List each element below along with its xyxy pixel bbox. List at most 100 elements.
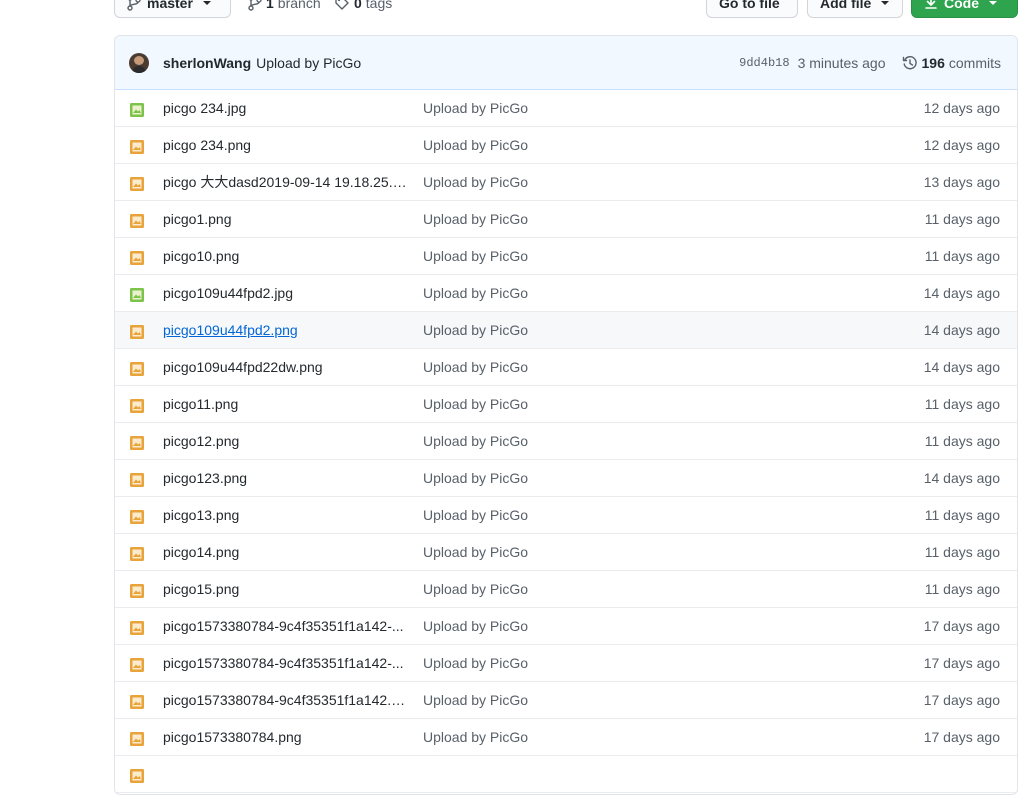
tags-text: tags (365, 0, 393, 11)
png-file-icon (130, 621, 144, 635)
file-name-link[interactable]: picgo1573380784.png (163, 729, 409, 745)
file-age: 14 days ago (923, 359, 1000, 375)
file-row[interactable]: picgo12.png Upload by PicGo 11 days ago (115, 423, 1017, 460)
file-name-link[interactable]: picgo15.png (163, 581, 409, 597)
chevron-down-icon (881, 1, 890, 5)
png-file-icon (130, 362, 144, 376)
file-commit-link[interactable]: Upload by PicGo (423, 211, 528, 227)
add-file-button[interactable]: Add file (807, 0, 903, 18)
png-file-icon (130, 547, 144, 561)
code-button[interactable]: Code (911, 0, 1018, 18)
png-file-icon (130, 695, 144, 709)
file-name-link[interactable]: picgo1573380784-9c4f35351f1a142-... (163, 655, 409, 671)
file-name-link[interactable]: picgo12.png (163, 433, 409, 449)
file-name-link[interactable]: picgo109u44fpd2.jpg (163, 285, 409, 301)
file-row[interactable]: picgo1573380784-9c4f35351f1a142.p... Uplo… (115, 682, 1017, 719)
png-file-icon (130, 214, 144, 228)
file-row[interactable]: picgo1.png Upload by PicGo 11 days ago (115, 201, 1017, 238)
png-file-icon (130, 658, 144, 672)
file-row[interactable]: picgo1573380784.png Upload by PicGo 17 day… (115, 719, 1017, 756)
png-file-icon (130, 399, 144, 413)
file-name-link[interactable]: picgo 234.jpg (163, 100, 409, 116)
file-age: 17 days ago (923, 692, 1000, 708)
file-name-link[interactable]: picgo10.png (163, 248, 409, 264)
repo-toolbar: master 1 branch 0 tags Go to file Add fi… (114, 0, 1018, 18)
download-icon (925, 0, 937, 9)
file-row[interactable]: picgo10.png Upload by PicGo 11 days ago (115, 238, 1017, 275)
file-name-link[interactable]: picgo13.png (163, 507, 409, 523)
file-age: 11 days ago (924, 544, 1000, 560)
file-commit-link[interactable]: Upload by PicGo (423, 396, 528, 412)
jpg-file-icon (130, 103, 144, 117)
file-row[interactable]: picgo109u44fpd2.png Upload by PicGo 14 day… (115, 312, 1017, 349)
commit-sha-link[interactable]: 9dd4b18 (739, 56, 789, 70)
file-name-link[interactable]: picgo109u44fpd2.png (163, 322, 409, 338)
tag-icon (335, 0, 349, 10)
file-row[interactable]: picgo1573380784-9c4f35351f1a142-... Uploa… (115, 645, 1017, 682)
png-file-icon (130, 325, 144, 339)
file-age: 17 days ago (923, 729, 1000, 745)
file-name-link[interactable]: picgo1573380784-9c4f35351f1a142-... (163, 618, 409, 634)
file-age: 11 days ago (924, 396, 1000, 412)
code-label: Code (944, 0, 979, 11)
file-row[interactable]: picgo123.png Upload by PicGo 14 days ago (115, 460, 1017, 497)
file-commit-link[interactable]: Upload by PicGo (423, 137, 528, 153)
file-age: 11 days ago (924, 433, 1000, 449)
file-name-link[interactable]: picgo14.png (163, 544, 409, 560)
file-name-link[interactable]: picgo 大大dasd2019-09-14 19.18.25.p... (163, 172, 409, 192)
file-commit-link[interactable]: Upload by PicGo (423, 729, 528, 745)
chevron-down-icon (989, 1, 997, 5)
file-age: 11 days ago (924, 581, 1000, 597)
file-row[interactable]: picgo1573380784-9c4f35351f1a142-... Uploa… (115, 608, 1017, 645)
file-row[interactable]: picgo15.png Upload by PicGo 11 days ago (115, 571, 1017, 608)
file-commit-link[interactable]: Upload by PicGo (423, 692, 528, 708)
file-commit-link[interactable]: Upload by PicGo (423, 322, 528, 338)
file-commit-link[interactable]: Upload by PicGo (423, 544, 528, 560)
file-commit-link[interactable]: Upload by PicGo (423, 100, 528, 116)
file-name-link[interactable]: picgo1573380784-9c4f35351f1a142.p... (163, 692, 409, 708)
file-commit-link[interactable]: Upload by PicGo (423, 507, 528, 523)
file-row[interactable] (115, 756, 1017, 793)
commits-history-link[interactable]: 196 commits (902, 55, 1001, 71)
file-name-link[interactable]: picgo 234.png (163, 137, 409, 153)
file-commit-link[interactable]: Upload by PicGo (423, 285, 528, 301)
file-row[interactable]: picgo13.png Upload by PicGo 11 days ago (115, 497, 1017, 534)
png-file-icon (130, 732, 144, 746)
file-age: 14 days ago (923, 285, 1000, 301)
latest-commit-bar: sherlonWang Upload by PicGo 9dd4b18 3 mi… (115, 36, 1017, 90)
file-commit-link[interactable]: Upload by PicGo (423, 655, 528, 671)
file-row[interactable]: picgo 234.png Upload by PicGo 12 days ago (115, 127, 1017, 164)
file-row[interactable]: picgo 大大dasd2019-09-14 19.18.25.p... Uplo… (115, 164, 1017, 201)
commit-author-link[interactable]: sherlonWang (163, 55, 251, 71)
commit-message-link[interactable]: Upload by PicGo (256, 55, 361, 71)
tags-count: 0 (354, 0, 362, 11)
file-row[interactable]: picgo 234.jpg Upload by PicGo 12 days ago (115, 90, 1017, 127)
file-row[interactable]: picgo11.png Upload by PicGo 11 days ago (115, 386, 1017, 423)
file-commit-link[interactable]: Upload by PicGo (423, 581, 528, 597)
file-name-link[interactable]: picgo123.png (163, 470, 409, 486)
avatar[interactable] (129, 52, 149, 73)
file-name-link[interactable]: picgo11.png (163, 396, 409, 412)
branch-select-button[interactable]: master (114, 0, 231, 18)
file-commit-link[interactable]: Upload by PicGo (423, 433, 528, 449)
file-name-link[interactable]: picgo1.png (163, 211, 409, 227)
file-name-link[interactable]: picgo109u44fpd22dw.png (163, 359, 409, 375)
file-age: 14 days ago (923, 470, 1000, 486)
file-commit-link[interactable]: Upload by PicGo (423, 618, 528, 634)
go-to-file-button[interactable]: Go to file (706, 0, 798, 18)
file-row[interactable]: picgo109u44fpd22dw.png Upload by PicGo 14 … (115, 349, 1017, 386)
file-row[interactable]: picgo14.png Upload by PicGo 11 days ago (115, 534, 1017, 571)
png-file-icon (130, 140, 144, 154)
file-age: 11 days ago (924, 248, 1000, 264)
file-commit-link[interactable]: Upload by PicGo (423, 359, 528, 375)
commits-count: 196 (921, 54, 945, 71)
file-commit-link[interactable]: Upload by PicGo (423, 470, 528, 486)
png-file-icon (130, 177, 144, 191)
file-commit-link[interactable]: Upload by PicGo (423, 248, 528, 264)
file-age: 13 days ago (923, 174, 1000, 190)
branches-link[interactable]: 1 branch (248, 0, 321, 18)
file-commit-link[interactable]: Upload by PicGo (423, 174, 528, 190)
file-row[interactable]: picgo109u44fpd2.jpg Upload by PicGo 14 day… (115, 275, 1017, 312)
tags-link[interactable]: 0 tags (334, 0, 392, 18)
file-age: 17 days ago (923, 655, 1000, 671)
